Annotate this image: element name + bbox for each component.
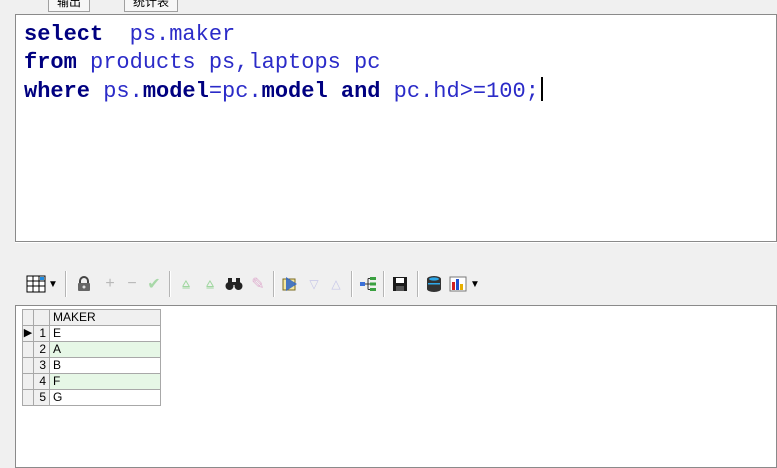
lock-icon[interactable] xyxy=(73,273,95,295)
table-row[interactable]: 5G xyxy=(22,389,161,406)
toolbar-separator xyxy=(417,271,419,297)
triangle-down-icon[interactable]: ▽ xyxy=(303,273,325,295)
chart-icon[interactable] xyxy=(447,273,469,295)
sql-line: select ps.maker xyxy=(24,21,543,49)
sql-keyword: select xyxy=(24,22,104,47)
column-header-maker[interactable]: MAKER xyxy=(49,309,161,326)
tab-statistics[interactable]: 统计表 xyxy=(124,0,179,12)
tree-icon[interactable] xyxy=(357,273,379,295)
sql-keyword: model xyxy=(261,79,328,104)
sql-editor[interactable]: select ps.maker from products ps,laptops … xyxy=(15,14,777,242)
grid-corner-cell xyxy=(22,309,34,326)
eraser-icon[interactable]: ✎ xyxy=(247,273,269,295)
sql-text: pc.hd>=100; xyxy=(380,79,539,104)
text-caret xyxy=(540,77,543,101)
grid-toolbar: ▼ + − ✔ ⩠ ⩠ ✎ ▽ △ ▼ xyxy=(15,263,777,305)
table-row[interactable]: 2A xyxy=(22,341,161,358)
table-row[interactable]: 4F xyxy=(22,373,161,390)
row-number: 2 xyxy=(33,341,50,358)
query-icon[interactable] xyxy=(279,273,301,295)
row-number: 3 xyxy=(33,357,50,374)
triangle-up-icon[interactable]: △ xyxy=(325,273,347,295)
sql-keyword: where xyxy=(24,79,91,104)
row-number: 5 xyxy=(33,389,50,406)
maker-cell[interactable]: A xyxy=(49,341,161,358)
row-indicator xyxy=(22,357,34,374)
sql-text: ps.maker xyxy=(103,22,236,47)
filter-up-icon[interactable]: ⩠ xyxy=(199,273,221,295)
row-number: 4 xyxy=(33,373,50,390)
binoculars-icon[interactable] xyxy=(223,273,245,295)
database-icon[interactable] xyxy=(423,273,445,295)
sql-keyword: model xyxy=(142,79,209,104)
table-row[interactable]: 3B xyxy=(22,357,161,374)
sql-keyword: and xyxy=(340,79,381,104)
grid-corner-cell xyxy=(33,309,50,326)
maker-cell[interactable]: E xyxy=(49,325,161,342)
toolbar-separator xyxy=(169,271,171,297)
sql-code[interactable]: select ps.maker from products ps,laptops … xyxy=(24,21,543,106)
plus-icon[interactable]: + xyxy=(99,273,121,295)
filter-down-icon[interactable]: ⩠ xyxy=(175,273,197,295)
row-number: 1 xyxy=(33,325,50,342)
toolbar-separator xyxy=(65,271,67,297)
row-indicator xyxy=(22,389,34,406)
save-icon[interactable] xyxy=(389,273,411,295)
toolbar-separator xyxy=(351,271,353,297)
left-panel-edge xyxy=(0,14,16,468)
current-row-indicator-icon: ▶ xyxy=(22,325,34,342)
maker-cell[interactable]: G xyxy=(49,389,161,406)
sql-text: =pc. xyxy=(208,79,262,104)
row-indicator xyxy=(22,341,34,358)
results-grid-area: MAKER ▶ 1 E 2 A 3 B 4 F 5 G xyxy=(15,305,777,468)
grid-header-row: MAKER xyxy=(22,309,161,326)
sql-line: where ps.model=pc.model and pc.hd>=100; xyxy=(24,77,543,106)
row-indicator xyxy=(22,373,34,390)
dropdown-icon[interactable]: ▼ xyxy=(47,273,59,295)
grid-icon[interactable] xyxy=(25,273,47,295)
check-icon[interactable]: ✔ xyxy=(143,273,165,295)
results-grid: MAKER ▶ 1 E 2 A 3 B 4 F 5 G xyxy=(22,309,161,406)
sql-text: ps. xyxy=(90,79,143,104)
sql-keyword: from xyxy=(24,50,77,75)
maker-cell[interactable]: F xyxy=(49,373,161,390)
top-strip: 输出 统计表 xyxy=(0,0,777,15)
toolbar-separator xyxy=(273,271,275,297)
sql-line: from products ps,laptops pc xyxy=(24,49,543,77)
chart-dropdown-icon[interactable]: ▼ xyxy=(469,273,481,295)
tab-output[interactable]: 输出 xyxy=(48,0,91,12)
maker-cell[interactable]: B xyxy=(49,357,161,374)
sql-text: products ps,laptops pc xyxy=(76,50,381,75)
minus-icon[interactable]: − xyxy=(121,273,143,295)
table-row[interactable]: ▶ 1 E xyxy=(22,325,161,342)
toolbar-separator xyxy=(383,271,385,297)
pane-splitter[interactable] xyxy=(15,242,777,264)
